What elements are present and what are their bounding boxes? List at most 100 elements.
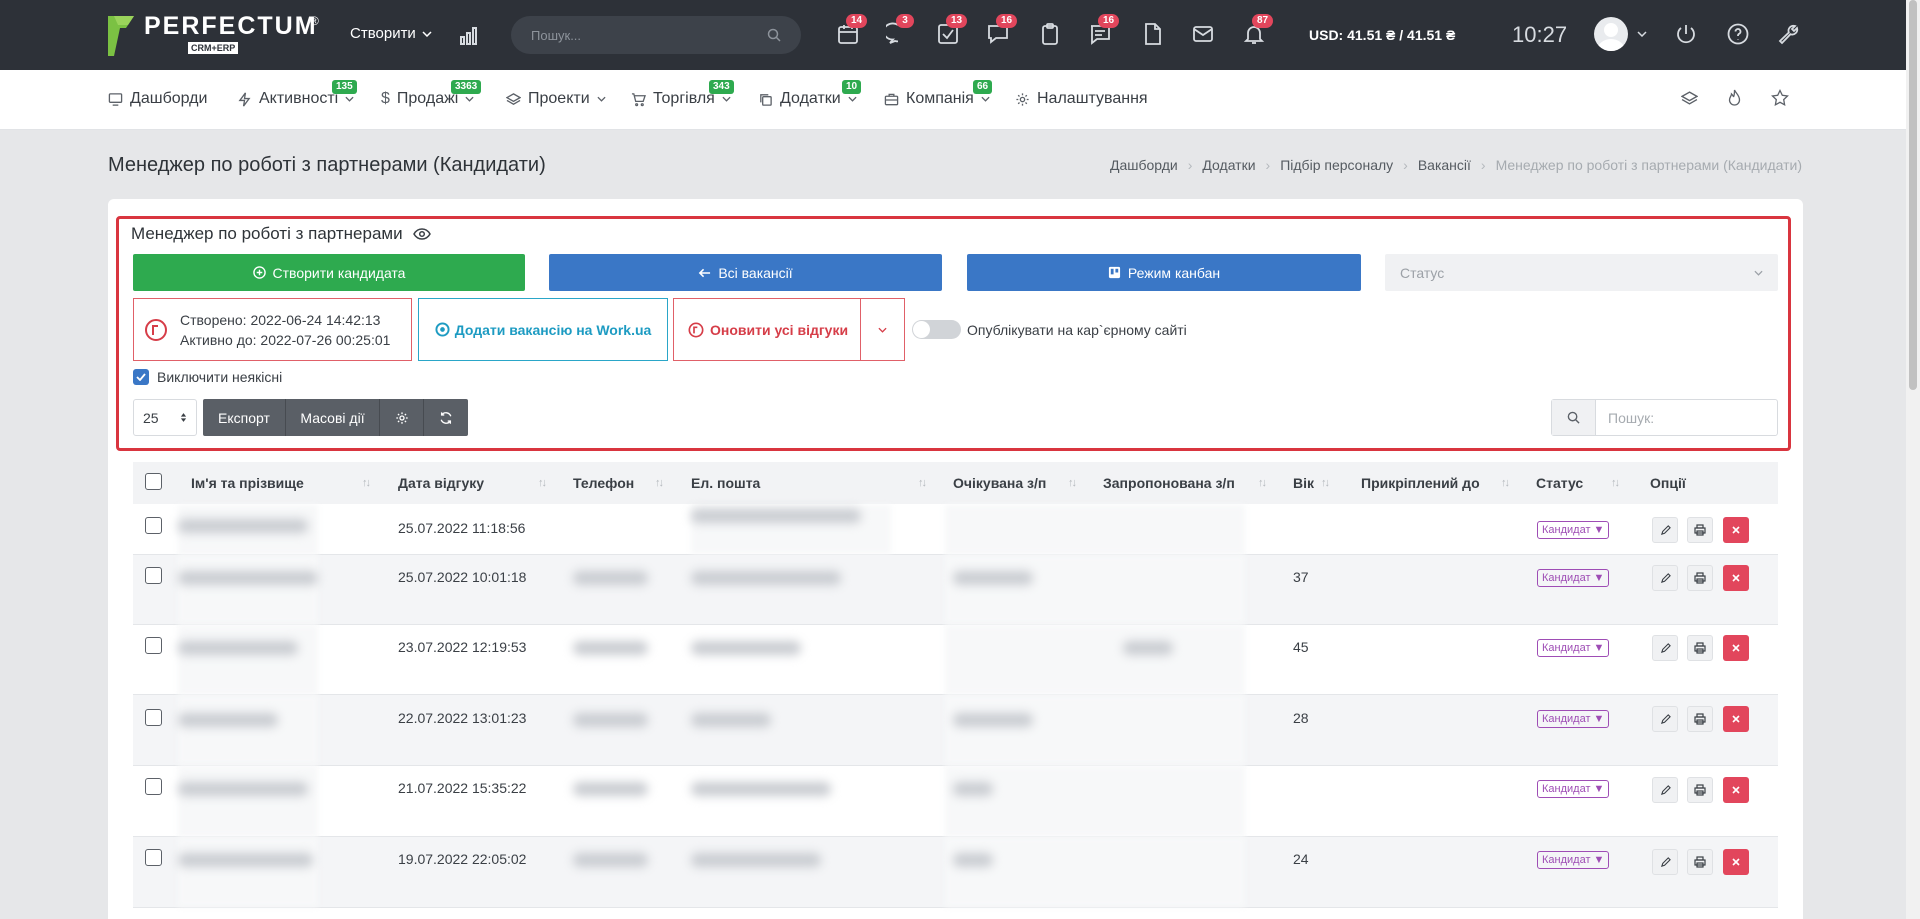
mail-icon[interactable]: [1191, 22, 1217, 48]
status-dropdown[interactable]: Кандидат ▼: [1537, 639, 1610, 657]
table-settings-button[interactable]: [380, 399, 424, 436]
status-dropdown[interactable]: Кандидат ▼: [1537, 521, 1610, 539]
sort-icon[interactable]: ↑↓: [538, 477, 547, 489]
print-button[interactable]: [1687, 849, 1713, 875]
delete-button[interactable]: [1723, 517, 1749, 543]
wrench-icon[interactable]: [1777, 22, 1803, 48]
row-checkbox[interactable]: [145, 849, 162, 866]
select-all-checkbox[interactable]: [145, 473, 162, 490]
create-candidate-button[interactable]: Створити кандидата: [133, 254, 525, 291]
nav-projects[interactable]: Проекти: [506, 90, 606, 108]
global-search[interactable]: [511, 16, 801, 54]
document-icon[interactable]: [1140, 22, 1166, 48]
nav-company[interactable]: Компанія 66: [884, 80, 993, 108]
column-header[interactable]: Статус: [1536, 475, 1583, 491]
export-button[interactable]: Експорт: [203, 399, 286, 436]
breadcrumb-item[interactable]: Дашборди: [1110, 157, 1178, 173]
print-button[interactable]: [1687, 635, 1713, 661]
column-header[interactable]: Прикріплений до: [1361, 475, 1480, 491]
column-header[interactable]: Ел. пошта: [691, 475, 760, 491]
status-dropdown[interactable]: Кандидат ▼: [1537, 569, 1610, 587]
sort-icon[interactable]: ↑↓: [1258, 477, 1267, 489]
delete-button[interactable]: [1723, 849, 1749, 875]
row-checkbox[interactable]: [145, 517, 162, 534]
chevron-down-icon[interactable]: [1637, 31, 1647, 37]
column-header[interactable]: Очікувана з/п: [953, 475, 1046, 491]
edit-button[interactable]: [1652, 849, 1678, 875]
power-icon[interactable]: [1674, 22, 1700, 48]
edit-button[interactable]: [1652, 706, 1678, 732]
column-header[interactable]: Телефон: [573, 475, 634, 491]
row-checkbox[interactable]: [145, 567, 162, 584]
sort-icon[interactable]: ↑↓: [1068, 477, 1077, 489]
comments-icon[interactable]: 16: [1088, 14, 1120, 48]
bell-icon[interactable]: 87: [1242, 14, 1274, 48]
nav-activities[interactable]: Активності 135: [237, 80, 357, 108]
table-row[interactable]: 23.07.2022 12:19:53 45 Кандидат ▼: [133, 625, 1778, 695]
chat-icon[interactable]: 3: [886, 14, 914, 48]
publish-toggle[interactable]: [912, 320, 961, 339]
create-menu[interactable]: Створити: [350, 25, 432, 42]
print-button[interactable]: [1687, 565, 1713, 591]
kanban-button[interactable]: Режим канбан: [967, 254, 1361, 291]
delete-button[interactable]: [1723, 706, 1749, 732]
scrollbar-thumb[interactable]: [1909, 0, 1917, 390]
update-responses-dropdown[interactable]: [860, 299, 904, 360]
row-checkbox[interactable]: [145, 778, 162, 795]
status-dropdown[interactable]: Кандидат ▼: [1537, 851, 1610, 869]
reload-button[interactable]: [424, 399, 468, 436]
sort-icon[interactable]: ↑↓: [1611, 477, 1620, 489]
messages-icon[interactable]: 16: [986, 14, 1018, 48]
add-to-workua-button[interactable]: Додати вакансію на Work.ua: [418, 298, 668, 361]
avatar[interactable]: [1594, 17, 1628, 51]
column-header[interactable]: Ім'я та прізвище: [191, 475, 304, 491]
column-header[interactable]: Запропонована з/п: [1103, 475, 1235, 491]
row-checkbox[interactable]: [145, 637, 162, 654]
status-dropdown[interactable]: Кандидат ▼: [1537, 710, 1610, 728]
help-icon[interactable]: [1726, 22, 1752, 48]
sort-icon[interactable]: ↑↓: [655, 477, 664, 489]
breadcrumb-item[interactable]: Додатки: [1202, 157, 1255, 173]
layers-icon[interactable]: [1681, 90, 1698, 107]
logo[interactable]: PERFECTUM CRM+ERP ®: [106, 14, 319, 58]
sort-icon[interactable]: ↑↓: [1321, 477, 1330, 489]
row-checkbox[interactable]: [145, 709, 162, 726]
all-vacancies-button[interactable]: Всі вакансії: [549, 254, 942, 291]
table-row[interactable]: 19.07.2022 22:05:02 24 Кандидат ▼: [133, 837, 1778, 908]
clipboard-icon[interactable]: [1038, 22, 1064, 48]
table-row[interactable]: 25.07.2022 11:18:56 Кандидат ▼: [133, 505, 1778, 555]
breadcrumb-item[interactable]: Вакансії: [1418, 157, 1471, 173]
edit-button[interactable]: [1652, 777, 1678, 803]
delete-button[interactable]: [1723, 565, 1749, 591]
edit-button[interactable]: [1652, 565, 1678, 591]
table-row[interactable]: 21.07.2022 15:35:22 Кандидат ▼: [133, 766, 1778, 837]
table-row[interactable]: 25.07.2022 10:01:18 37 Кандидат ▼: [133, 555, 1778, 625]
mass-actions-button[interactable]: Масові дії: [286, 399, 380, 436]
nav-dashboards[interactable]: Дашборди: [108, 90, 207, 108]
status-dropdown[interactable]: Кандидат ▼: [1537, 780, 1610, 798]
nav-apps[interactable]: Додатки 10: [758, 80, 862, 108]
star-icon[interactable]: [1771, 89, 1789, 107]
status-select[interactable]: Статус: [1385, 254, 1778, 291]
print-button[interactable]: [1687, 517, 1713, 543]
breadcrumb-item[interactable]: Підбір персоналу: [1280, 157, 1393, 173]
sort-icon[interactable]: ↑↓: [1501, 477, 1510, 489]
delete-button[interactable]: [1723, 777, 1749, 803]
calendar-icon[interactable]: 14: [836, 14, 868, 48]
global-search-input[interactable]: [531, 27, 751, 43]
table-search-input[interactable]: [1596, 400, 1776, 435]
statistics-icon[interactable]: [459, 24, 481, 46]
nav-trade[interactable]: Торгівля 343: [631, 80, 734, 108]
sort-icon[interactable]: ↑↓: [362, 477, 371, 489]
per-page-select[interactable]: 25: [133, 399, 197, 436]
column-header[interactable]: Вік: [1293, 475, 1314, 491]
nav-sales[interactable]: $ Продажі 3363: [381, 80, 482, 108]
exclude-low-quality-checkbox[interactable]: [133, 369, 149, 385]
page-scrollbar[interactable]: [1906, 0, 1920, 919]
table-row[interactable]: 22.07.2022 13:01:23 28 Кандидат ▼: [133, 695, 1778, 766]
edit-button[interactable]: [1652, 517, 1678, 543]
update-responses-button[interactable]: Оновити усі відгуки: [674, 322, 860, 338]
fire-icon[interactable]: [1726, 89, 1743, 107]
tasks-icon[interactable]: 13: [936, 14, 968, 48]
eye-icon[interactable]: [412, 228, 431, 240]
